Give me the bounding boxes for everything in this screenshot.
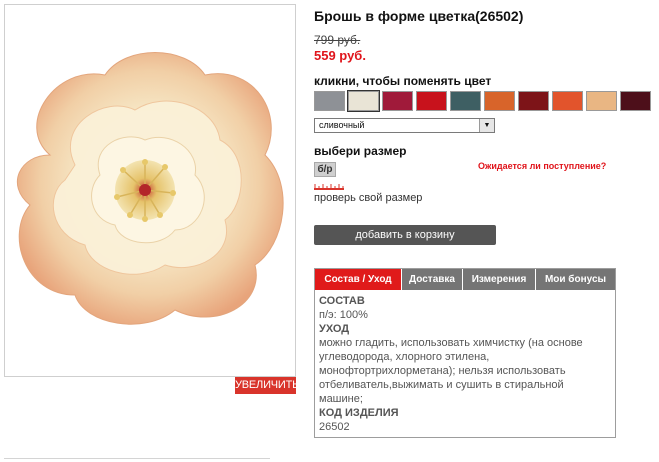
product-info-tabs: Состав / Уход Доставка Измерения Мои бон… xyxy=(314,268,616,438)
tab-measurements[interactable]: Измерения xyxy=(463,269,536,290)
composition-text: п/э: 100% xyxy=(319,309,368,321)
color-select-value: сливочный xyxy=(319,120,365,130)
divider xyxy=(4,458,270,459)
color-label: кликни, чтобы поменять цвет xyxy=(314,74,492,88)
tab-content: СОСТАВ п/э: 100% УХОД можно гладить, исп… xyxy=(315,290,615,434)
color-swatch-burgundy[interactable] xyxy=(620,91,651,111)
care-heading: УХОД xyxy=(319,323,350,335)
composition-heading: СОСТАВ xyxy=(319,295,365,307)
care-text-line: отбеливатель,выжимать и сушить в стираль… xyxy=(319,379,564,391)
check-size-link[interactable]: проверь свой размер xyxy=(314,192,422,204)
product-code: 26502 xyxy=(319,421,350,433)
color-swatch-red[interactable] xyxy=(416,91,447,111)
tab-my-bonuses[interactable]: Мои бонусы xyxy=(536,269,615,290)
product-title: Брошь в форме цветка(26502) xyxy=(314,8,524,24)
care-text-line: можно гладить, использовать химчистку (н… xyxy=(319,337,583,349)
color-swatch-gray[interactable] xyxy=(314,91,345,111)
care-text-line: машине; xyxy=(319,393,363,405)
color-swatch-cream-white[interactable] xyxy=(347,90,380,112)
care-text-line: монофтортрихлорметана); нельзя использов… xyxy=(319,365,566,377)
tab-composition-care[interactable]: Состав / Уход xyxy=(315,269,402,290)
color-select[interactable]: сливочный ▼ xyxy=(314,118,495,133)
color-swatch-peach[interactable] xyxy=(586,91,617,111)
color-swatch-coral[interactable] xyxy=(552,91,583,111)
color-swatch-orange[interactable] xyxy=(484,91,515,111)
flower-brooch-photo xyxy=(17,52,284,325)
color-swatches xyxy=(314,90,651,112)
sale-price: 559 руб. xyxy=(314,48,366,63)
ruler-icon[interactable] xyxy=(314,184,344,190)
care-text-line: углеводорода, хлорного этилена, xyxy=(319,351,490,363)
old-price: 799 руб. xyxy=(314,33,361,47)
chevron-down-icon[interactable]: ▼ xyxy=(479,119,494,132)
product-image[interactable] xyxy=(4,4,296,377)
tab-bar: Состав / Уход Доставка Измерения Мои бон… xyxy=(315,269,615,290)
tab-delivery[interactable]: Доставка xyxy=(402,269,463,290)
color-swatch-dark-red[interactable] xyxy=(518,91,549,111)
product-code-heading: КОД ИЗДЕЛИЯ xyxy=(319,407,399,419)
zoom-button[interactable]: УВЕЛИЧИТЬ xyxy=(235,377,299,394)
color-swatch-crimson[interactable] xyxy=(382,91,413,111)
notify-availability-link[interactable]: Ожидается ли поступление? xyxy=(478,161,606,171)
size-option[interactable]: б/р xyxy=(314,162,336,177)
color-swatch-teal[interactable] xyxy=(450,91,481,111)
size-label: выбери размер xyxy=(314,144,407,158)
add-to-cart-button[interactable]: добавить в корзину xyxy=(314,225,496,245)
